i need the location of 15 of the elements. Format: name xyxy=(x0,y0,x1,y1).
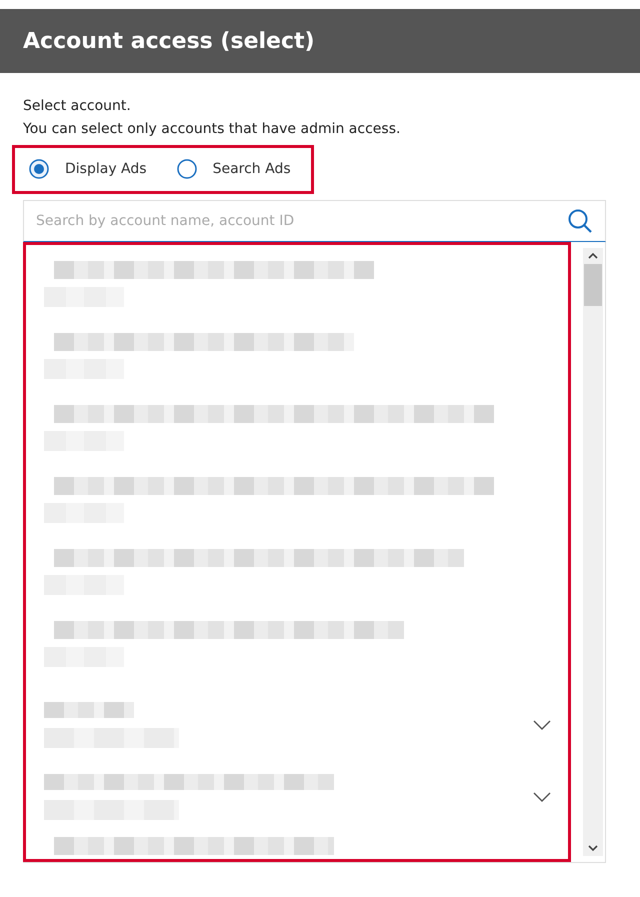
radio-option[interactable]: Search Ads xyxy=(176,159,291,179)
page-title: Account access (select) xyxy=(23,28,315,54)
scroll-up-icon[interactable] xyxy=(588,252,598,260)
scrollbar[interactable] xyxy=(583,248,603,856)
radio-option[interactable]: Display Ads xyxy=(29,159,147,179)
instruction-text: You can select only accounts that have admin access. xyxy=(23,120,402,139)
scroll-down-icon[interactable] xyxy=(588,844,598,852)
instruction-text: Select account. xyxy=(23,97,132,116)
search-icon[interactable] xyxy=(567,208,593,234)
radio-button[interactable] xyxy=(176,159,197,179)
chevron-down-icon[interactable] xyxy=(532,791,552,803)
chevron-down-icon[interactable] xyxy=(532,719,552,731)
radio-button[interactable] xyxy=(29,159,49,179)
scroll-thumb[interactable] xyxy=(584,264,602,306)
search-field[interactable]: Search by account name, account ID xyxy=(23,200,606,242)
